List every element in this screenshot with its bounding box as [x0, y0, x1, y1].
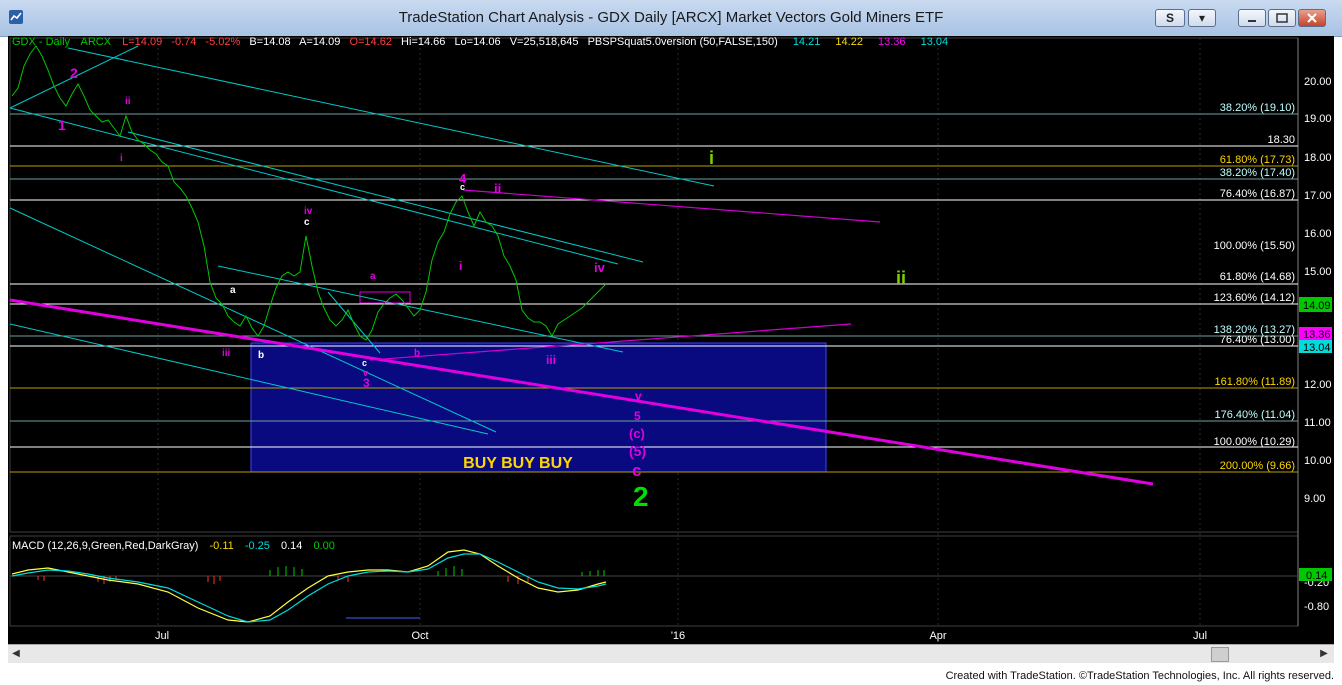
wave-c-label: c [362, 358, 367, 368]
restore-icon [1276, 13, 1288, 23]
fib-level-label: 123.60% (14.12) [1214, 292, 1295, 304]
ind-badge-cyan-text: 13.04 [1303, 342, 1331, 354]
close-icon [1307, 13, 1317, 23]
wave-a-label: a [370, 271, 376, 282]
footer-credit: Created with TradeStation. ©TradeStation… [945, 670, 1334, 682]
scroll-thumb[interactable] [1211, 647, 1229, 662]
buy-zone-label: BUY BUY BUY [463, 455, 573, 472]
time-axis: Jul Oct '16 Apr Jul [155, 630, 1207, 642]
wave-b-label: b [414, 348, 420, 359]
fib-level-labels: 38.20% (19.10) 18.30 61.80% (17.73) 38.2… [1214, 102, 1295, 472]
wave-iii-label: iii [546, 353, 556, 367]
time-label: Oct [411, 630, 428, 642]
macd-axis-ticks: -0.20 -0.80 [1304, 577, 1329, 613]
ind-badge-magenta-text: 13.36 [1303, 329, 1331, 341]
horizontal-scrollbar[interactable]: ◀ ▶ [8, 644, 1334, 663]
macd-tick: -0.80 [1304, 601, 1329, 613]
fib-level-label: 76.40% (13.00) [1220, 334, 1295, 346]
time-gridlines [157, 38, 1201, 626]
price-tick: 20.00 [1304, 76, 1332, 88]
fib-level-label: 176.40% (11.04) [1214, 409, 1295, 421]
wave-iv-label: iv [304, 206, 313, 217]
fib-level-label: 100.00% (10.29) [1214, 436, 1295, 448]
fib-level-label: 76.40% (16.87) [1220, 188, 1295, 200]
chevron-down-icon: ▾ [1198, 11, 1206, 25]
chart-header: GDX - Daily ARCX L=14.09 -0.74 -5.02% B=… [12, 36, 948, 48]
wave-c-paren-label: (c) [629, 426, 645, 441]
buy-zone-box [250, 342, 827, 473]
price-tick: 10.00 [1304, 455, 1332, 467]
wave-2-label: 2 [70, 65, 78, 81]
fib-level-label: 38.20% (17.40) [1220, 167, 1295, 179]
wave-v-label: v [635, 389, 642, 403]
fib-level-label: 38.20% (19.10) [1220, 102, 1295, 114]
chart-area[interactable]: BUY BUY BUY 38.20% (19.10) 18.30 61.80% … [8, 36, 1334, 644]
time-label: Jul [155, 630, 169, 642]
price-tick: 17.00 [1304, 190, 1332, 202]
time-label: Jul [1193, 630, 1207, 642]
price-tick: 11.00 [1304, 417, 1331, 429]
macd-line [11, 549, 607, 623]
price-tick: 19.00 [1304, 113, 1332, 125]
price-tick: 18.00 [1304, 152, 1332, 164]
wave-i-future-label: i [709, 148, 714, 168]
scroll-right-arrow-icon[interactable]: ▶ [1318, 647, 1330, 660]
macd-pane-border [9, 535, 1299, 627]
wave-5-paren-label: (5) [629, 443, 646, 459]
fib-level-label: 18.30 [1267, 134, 1295, 146]
wave-2-primary-label: 2 [633, 481, 649, 512]
price-tick: 16.00 [1304, 228, 1332, 240]
minimize-icon [1248, 20, 1256, 22]
wave-b-label: b [258, 350, 264, 361]
footer: Created with TradeStation. ©TradeStation… [0, 664, 1342, 685]
wave-i-label: i [120, 153, 123, 164]
fib-level-label: 61.80% (17.73) [1220, 154, 1295, 166]
fib-level-label: 100.00% (15.50) [1214, 240, 1295, 252]
macd-badge-text: 0.14 [1306, 570, 1327, 582]
title-bar: TradeStation Chart Analysis - GDX Daily … [0, 0, 1342, 37]
wave-c-label: c [304, 217, 310, 228]
strategy-s-button[interactable]: S [1155, 9, 1185, 27]
wave-c-label: c [460, 182, 465, 192]
wave-iii-label: iii [222, 348, 231, 359]
wave-ii-label: ii [125, 96, 131, 107]
dropdown-button[interactable]: ▾ [1188, 9, 1216, 27]
window-title: TradeStation Chart Analysis - GDX Daily … [398, 9, 944, 26]
last-price-badge-text: 14.09 [1303, 300, 1331, 312]
fib-level-label: 61.80% (14.68) [1220, 271, 1295, 283]
close-button[interactable] [1298, 9, 1326, 27]
time-label: Apr [929, 630, 946, 642]
wave-iv-label: iv [594, 260, 606, 275]
wave-ii-label: ii [494, 181, 501, 196]
fib-level-label: 161.80% (11.89) [1214, 376, 1295, 388]
wave-c-label: c [632, 461, 641, 480]
wave-a-label: a [230, 285, 236, 296]
macd-histogram [37, 566, 605, 584]
wave-3-label: 3 [363, 376, 370, 390]
wave-1-label: 1 [58, 117, 66, 133]
price-tick: 9.00 [1304, 493, 1325, 505]
price-chart[interactable]: BUY BUY BUY 38.20% (19.10) 18.30 61.80% … [8, 36, 1334, 644]
restore-button[interactable] [1268, 9, 1296, 27]
time-label: '16 [671, 630, 685, 642]
wave-ii-future-label: ii [896, 268, 906, 288]
wave-5-label: 5 [634, 409, 641, 423]
minimize-button[interactable] [1238, 9, 1266, 27]
scroll-left-arrow-icon[interactable]: ◀ [10, 647, 22, 660]
price-bars [11, 45, 607, 341]
price-axis-ticks: 20.00 19.00 18.00 17.00 16.00 15.00 12.0… [1304, 76, 1332, 505]
price-tick: 12.00 [1304, 379, 1332, 391]
price-badges: 14.09 13.36 13.04 [1299, 297, 1332, 354]
wave-i-label: i [459, 259, 462, 273]
price-tick: 15.00 [1304, 266, 1332, 278]
macd-header: MACD (12,26,9,Green,Red,DarkGray) -0.11 … [12, 540, 335, 552]
fib-level-label: 200.00% (9.66) [1220, 460, 1295, 472]
